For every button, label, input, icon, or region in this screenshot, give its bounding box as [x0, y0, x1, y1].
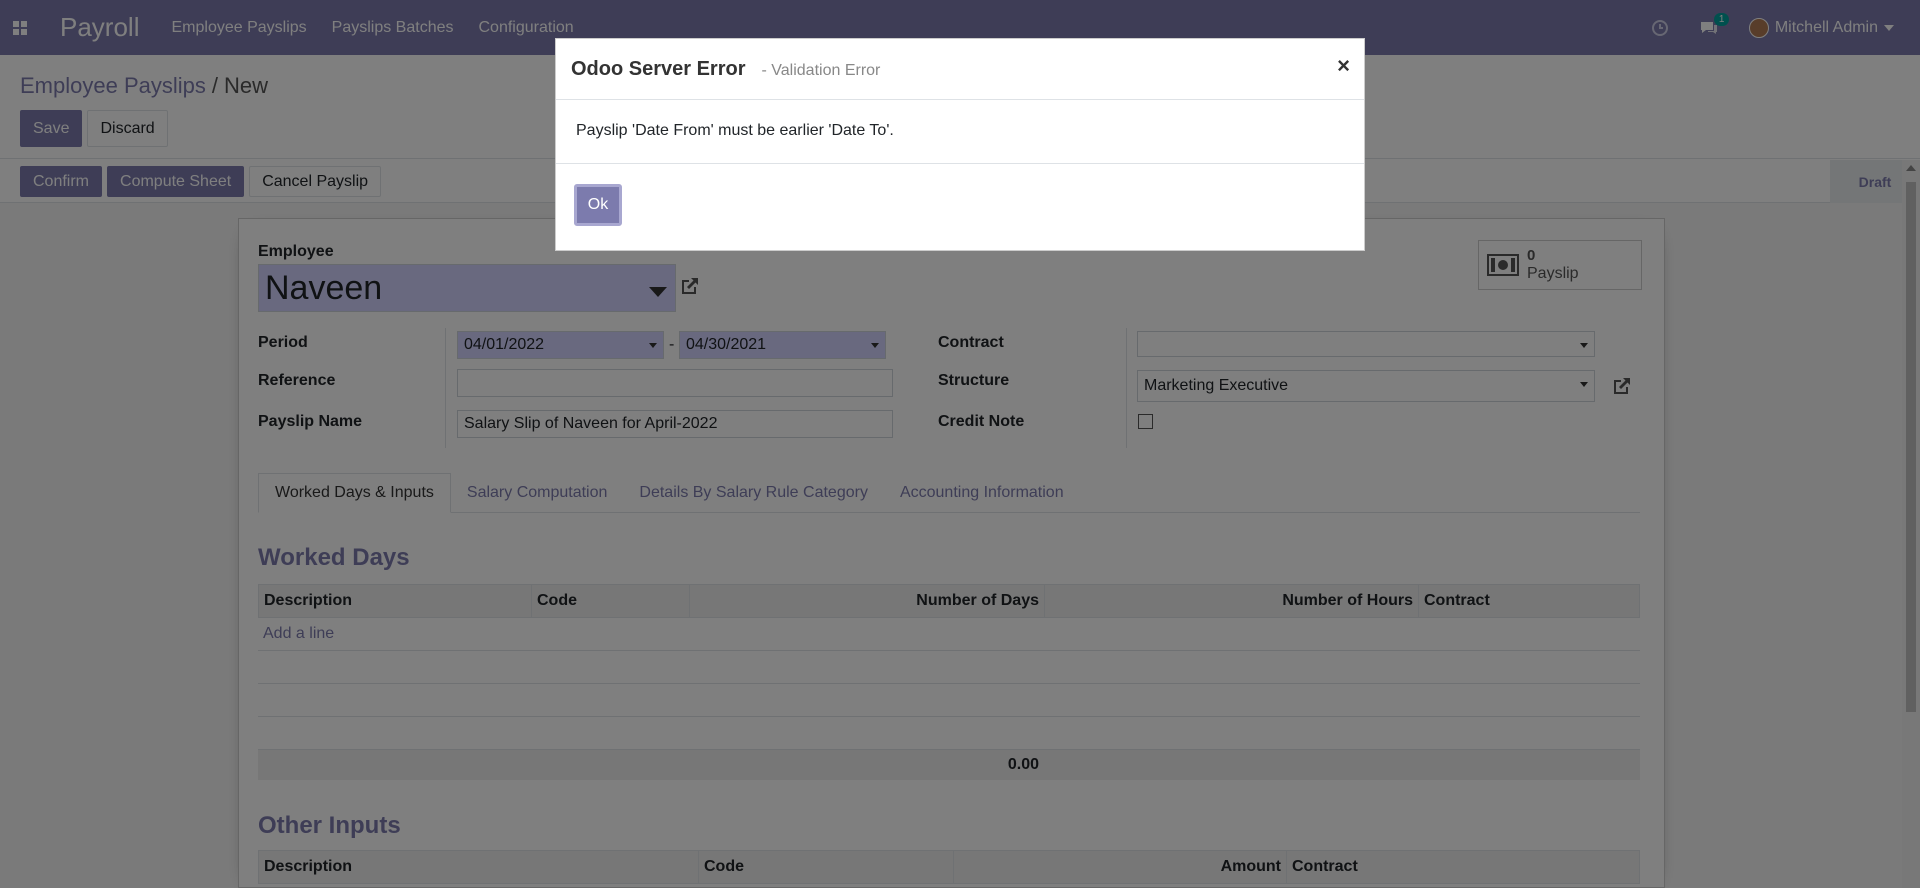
error-message: Payslip 'Date From' must be earlier 'Dat… — [576, 122, 894, 139]
dialog-subtitle: - Validation Error — [761, 61, 881, 79]
ok-button[interactable]: Ok — [574, 184, 622, 226]
close-icon[interactable]: × — [1337, 53, 1350, 79]
dialog-footer: Ok — [556, 164, 1364, 246]
dialog-title: Odoo Server Error — [571, 57, 746, 80]
error-dialog: Odoo Server Error - Validation Error × P… — [555, 38, 1365, 251]
dialog-body: Payslip 'Date From' must be earlier 'Dat… — [556, 100, 1364, 164]
dialog-header: Odoo Server Error - Validation Error × — [556, 39, 1364, 100]
